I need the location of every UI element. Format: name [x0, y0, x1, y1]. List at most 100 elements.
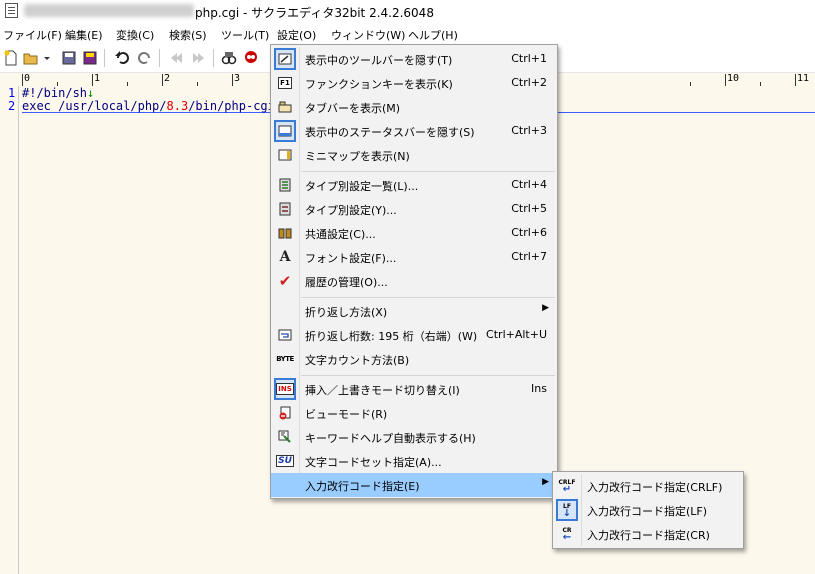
submenu-arrow-icon: ▶ [542, 303, 549, 313]
ruler-label: 1 [94, 73, 101, 84]
menu-item-label: 入力改行コード指定(E) [305, 480, 420, 493]
menu-item-char-count[interactable]: BYTE 文字カウント方法(B) [271, 347, 557, 371]
menu-item-view-mode[interactable]: ビューモード(R) [271, 401, 557, 425]
undo-icon[interactable] [114, 50, 130, 66]
menu-settings[interactable]: 設定(O) [277, 27, 316, 43]
eol-marker: ↓ [87, 86, 95, 100]
title-bar: php.cgi - サクラエディタ32bit 2.4.2.6048 [0, 0, 815, 22]
new-file-icon[interactable] [3, 50, 19, 66]
ruler-label: 3 [234, 73, 241, 84]
menu-separator [301, 171, 555, 172]
menu-item-shortcut: Ctrl+5 [511, 202, 547, 215]
ruler-tick [162, 74, 163, 86]
menu-item-label: ミニマップを表示(N) [305, 150, 410, 163]
minimap-icon [276, 146, 294, 164]
menu-item-newline-cr[interactable]: CR ← 入力改行コード指定(CR) [553, 522, 743, 546]
menu-file[interactable]: ファイル(F) [3, 27, 62, 43]
code-line: #!/bin/sh↓ [22, 86, 94, 100]
ruler-tick [92, 74, 93, 86]
menu-search[interactable]: 検索(S) [169, 27, 207, 43]
menu-item-label: ビューモード(R) [305, 408, 388, 421]
menu-item-newline-lf[interactable]: LF ↓ 入力改行コード指定(LF) [553, 498, 743, 522]
menu-item-shortcut: Ctrl+1 [511, 52, 547, 65]
menu-item-label: ファンクションキーを表示(K) [305, 78, 453, 91]
save-icon[interactable] [61, 50, 77, 66]
menu-item-label: 表示中のツールバーを隠す(T) [305, 54, 453, 67]
menu-item-shortcut: Ctrl+2 [511, 76, 547, 89]
line-number: 2 [8, 99, 16, 113]
menu-convert[interactable]: 変換(C) [116, 27, 154, 43]
menu-item-shortcut: Ins [531, 382, 547, 395]
menu-item-shortcut: Ctrl+4 [511, 178, 547, 191]
menu-edit[interactable]: 編集(E) [65, 27, 103, 43]
ruler-tick [22, 74, 23, 86]
menu-item-wrap-method[interactable]: 折り返し方法(X) ▶ [271, 299, 557, 323]
back-icon[interactable] [168, 50, 184, 66]
menu-item-show-minimap[interactable]: ミニマップを表示(N) [271, 143, 557, 167]
forward-icon[interactable] [191, 50, 207, 66]
menu-item-wrap-columns[interactable]: 折り返し桁数: 195 桁（右端）(W) Ctrl+Alt+U [271, 323, 557, 347]
toolbar-icon [274, 48, 296, 70]
menu-item-label: 折り返し方法(X) [305, 306, 388, 319]
menu-item-show-tabbar[interactable]: タブバーを表示(M) [271, 95, 557, 119]
code-text: #!/bin/sh [22, 86, 88, 100]
menu-item-shortcut: Ctrl+7 [511, 250, 547, 263]
grep-icon[interactable] [243, 50, 259, 66]
menu-item-label: 入力改行コード指定(CRLF) [587, 481, 723, 494]
save-all-icon[interactable] [82, 50, 98, 66]
menu-item-label: 挿入／上書きモード切り替え(I) [305, 384, 460, 397]
open-folder-icon[interactable] [23, 50, 39, 66]
newline-submenu: CRLF ↵ 入力改行コード指定(CRLF) LF ↓ 入力改行コード指定(LF) … [552, 471, 744, 549]
toolbar-separator [104, 49, 105, 67]
charset-icon: SU [276, 455, 294, 467]
find-icon[interactable] [221, 50, 237, 66]
menu-item-insert-overwrite[interactable]: INS 挿入／上書きモード切り替え(I) Ins [271, 377, 557, 401]
menu-item-shortcut: Ctrl+3 [511, 124, 547, 137]
menu-item-charset[interactable]: SU 文字コードセット指定(A)... [271, 449, 557, 473]
title-redacted [24, 4, 194, 17]
ruler-tick [232, 74, 233, 86]
menu-tools[interactable]: ツール(T) [221, 27, 269, 43]
menu-item-newline-crlf[interactable]: CRLF ↵ 入力改行コード指定(CRLF) [553, 474, 743, 498]
menu-item-newline-code[interactable]: 入力改行コード指定(E) ▶ [271, 473, 557, 497]
menu-item-label: タイプ別設定一覧(L)... [305, 180, 419, 193]
menu-item-label: 入力改行コード指定(CR) [587, 529, 710, 542]
view-mode-icon [276, 404, 294, 422]
ruler-tick [725, 74, 726, 86]
common-settings-icon [276, 224, 294, 242]
type-list-icon [276, 176, 294, 194]
menu-item-history[interactable]: ✔ 履歴の管理(O)... [271, 269, 557, 293]
menu-item-show-function-keys[interactable]: F1 ファンクションキーを表示(K) Ctrl+2 [271, 71, 557, 95]
toolbar-separator [213, 49, 214, 67]
menu-item-label: フォント設定(F)... [305, 252, 397, 265]
menu-window[interactable]: ウィンドウ(W) [331, 27, 405, 43]
ruler-label: 2 [164, 73, 171, 84]
menu-item-type-list[interactable]: タイプ別設定一覧(L)... Ctrl+4 [271, 173, 557, 197]
ruler-label: 11 [797, 73, 810, 84]
settings-dropdown-menu: 表示中のツールバーを隠す(T) Ctrl+1 F1 ファンクションキーを表示(K… [270, 44, 558, 499]
menu-item-common-settings[interactable]: 共通設定(C)... Ctrl+6 [271, 221, 557, 245]
menu-item-shortcut: Ctrl+6 [511, 226, 547, 239]
checkmark-icon: ✔ [278, 272, 292, 290]
menu-help[interactable]: ヘルプ(H) [408, 27, 458, 43]
crlf-icon: CRLF ↵ [558, 479, 576, 495]
menu-item-type-settings[interactable]: タイプ別設定(Y)... Ctrl+5 [271, 197, 557, 221]
menu-separator [301, 375, 555, 376]
insert-mode-icon: INS [274, 378, 296, 400]
menu-item-hide-toolbar[interactable]: 表示中のツールバーを隠す(T) Ctrl+1 [271, 47, 557, 71]
menu-bar: ファイル(F) 編集(E) 変換(C) 検索(S) ツール(T) 設定(O) ウ… [0, 22, 815, 44]
menu-separator [301, 297, 555, 298]
menu-item-label: タブバーを表示(M) [305, 102, 401, 115]
menu-item-label: タイプ別設定(Y)... [305, 204, 397, 217]
submenu-arrow-icon: ▶ [542, 477, 549, 487]
toolbar-separator [159, 49, 160, 67]
function-key-icon: F1 [276, 74, 294, 92]
menu-item-font-settings[interactable]: A フォント設定(F)... Ctrl+7 [271, 245, 557, 269]
dropdown-arrow-icon[interactable] [42, 50, 52, 66]
redo-icon[interactable] [137, 50, 153, 66]
menu-item-label: 入力改行コード指定(LF) [587, 505, 708, 518]
menu-item-keyword-help[interactable]: キーワードヘルプ自動表示する(H) [271, 425, 557, 449]
menu-item-hide-statusbar[interactable]: 表示中のステータスバーを隠す(S) Ctrl+3 [271, 119, 557, 143]
lf-icon: LF ↓ [556, 499, 578, 521]
menu-item-label: 履歴の管理(O)... [305, 276, 388, 289]
